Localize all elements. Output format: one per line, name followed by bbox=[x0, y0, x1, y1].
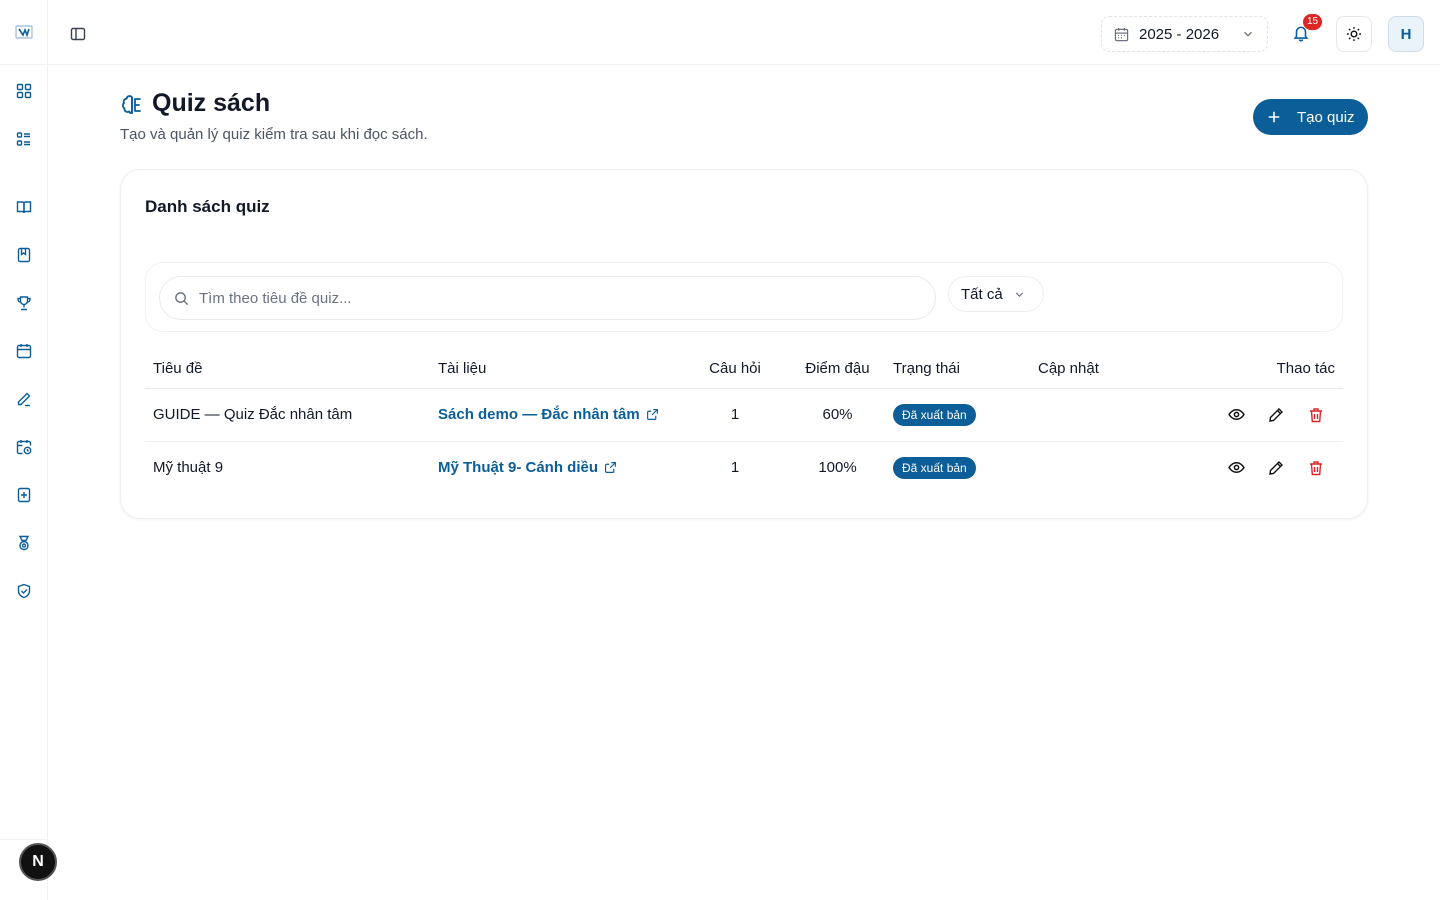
search-input[interactable] bbox=[199, 289, 921, 307]
book-open-icon[interactable] bbox=[14, 197, 34, 217]
calendar-icon bbox=[1114, 27, 1129, 42]
table-row: Mỹ thuật 9 Mỹ Thuật 9- Cánh diều 1 100% … bbox=[145, 441, 1343, 494]
quiz-document-cell: Mỹ Thuật 9- Cánh diều bbox=[430, 441, 680, 494]
create-quiz-label: Tạo quiz bbox=[1297, 108, 1355, 126]
status-badge: Đã xuất bản bbox=[893, 456, 976, 479]
notification-count-badge: 15 bbox=[1303, 14, 1322, 30]
document-link[interactable]: Sách demo — Đắc nhân tâm bbox=[438, 406, 659, 423]
book-plus-icon[interactable] bbox=[14, 485, 34, 505]
school-year-value: 2025 - 2026 bbox=[1139, 25, 1220, 43]
filter-bar: Tất cả bbox=[145, 262, 1343, 332]
page-subtitle: Tạo và quản lý quiz kiểm tra sau khi đọc… bbox=[120, 126, 428, 143]
quiz-list-card: Danh sách quiz Tất cả Tiêu đề Tài liệu C… bbox=[120, 169, 1368, 519]
search-box bbox=[159, 276, 936, 320]
document-link-label: Mỹ Thuật 9- Cánh diều bbox=[438, 459, 599, 477]
quiz-title: Mỹ thuật 9 bbox=[153, 459, 224, 477]
status-filter-value: Tất cả bbox=[961, 285, 1003, 303]
column-header-document[interactable]: Tài liệu bbox=[430, 350, 680, 389]
external-link-icon bbox=[646, 408, 659, 421]
quiz-question-count: 1 bbox=[730, 459, 740, 477]
table-header-row: Tiêu đề Tài liệu Câu hỏi Điểm đậu Trạng … bbox=[145, 350, 1343, 389]
search-icon bbox=[174, 291, 189, 306]
quiz-title: GUIDE — Quiz Đắc nhân tâm bbox=[145, 388, 430, 442]
sidebar-footer-divider bbox=[0, 839, 48, 840]
create-quiz-button[interactable]: Tạo quiz bbox=[1253, 99, 1368, 135]
edit-pencil-icon[interactable] bbox=[1267, 459, 1285, 477]
quiz-updated bbox=[1030, 388, 1180, 442]
delete-trash-icon[interactable] bbox=[1307, 406, 1325, 424]
shield-check-icon[interactable] bbox=[14, 581, 34, 601]
edit-pencil-icon[interactable] bbox=[1267, 406, 1285, 424]
column-header-status[interactable]: Trạng thái bbox=[885, 350, 1030, 389]
topbar: 2025 - 2026 15 H bbox=[48, 0, 1440, 65]
view-eye-icon[interactable] bbox=[1227, 406, 1245, 424]
medal-icon[interactable] bbox=[14, 533, 34, 553]
calendar-icon[interactable] bbox=[14, 341, 34, 361]
document-link[interactable]: Mỹ Thuật 9- Cánh diều bbox=[438, 459, 617, 476]
dashboard-icon[interactable] bbox=[14, 81, 34, 101]
school-year-select[interactable]: 2025 - 2026 bbox=[1101, 16, 1268, 52]
status-filter-select[interactable]: Tất cả bbox=[948, 276, 1044, 312]
quiz-pass-score: 60% bbox=[790, 388, 885, 442]
column-header-questions[interactable]: Câu hỏi bbox=[680, 350, 790, 389]
book-icon[interactable] bbox=[14, 245, 34, 265]
page-title: Quiz sách bbox=[152, 89, 271, 117]
column-header-updated[interactable]: Cập nhật bbox=[1030, 350, 1180, 389]
quiz-document-cell: Sách demo — Đắc nhân tâm bbox=[430, 388, 680, 442]
column-header-pass-score[interactable]: Điểm đậu bbox=[790, 350, 885, 389]
sidebar: N bbox=[0, 0, 57, 900]
quiz-table: Tiêu đề Tài liệu Câu hỏi Điểm đậu Trạng … bbox=[145, 350, 1343, 494]
card-title: Danh sách quiz bbox=[145, 197, 270, 216]
quiz-status-cell: Đã xuất bản bbox=[885, 388, 1030, 442]
quiz-actions-cell bbox=[1180, 388, 1343, 442]
quiz-actions-cell bbox=[1180, 441, 1343, 494]
quiz-updated bbox=[1030, 441, 1180, 494]
trophy-icon[interactable] bbox=[14, 293, 34, 313]
quiz-status-cell: Đã xuất bản bbox=[885, 441, 1030, 494]
quiz-question-count: 1 bbox=[680, 388, 790, 442]
document-link-label: Sách demo — Đắc nhân tâm bbox=[438, 406, 640, 423]
chevron-down-icon bbox=[1241, 27, 1255, 41]
view-eye-icon[interactable] bbox=[1227, 459, 1245, 477]
status-badge: Đã xuất bản bbox=[893, 403, 976, 426]
theme-toggle-button[interactable] bbox=[1336, 16, 1372, 52]
user-avatar[interactable]: H bbox=[1388, 16, 1424, 52]
external-link-icon bbox=[604, 461, 617, 474]
sidebar-divider bbox=[0, 64, 48, 65]
sidebar-toggle-icon[interactable] bbox=[68, 24, 88, 44]
dev-tools-badge[interactable]: N bbox=[19, 843, 57, 881]
quiz-pass-score: 100% bbox=[818, 459, 857, 477]
app-logo[interactable] bbox=[14, 22, 34, 42]
chevron-down-icon bbox=[1013, 288, 1026, 301]
delete-trash-icon[interactable] bbox=[1307, 459, 1325, 477]
brain-icon bbox=[120, 93, 144, 117]
list-icon[interactable] bbox=[14, 129, 34, 149]
column-header-title[interactable]: Tiêu đề bbox=[145, 350, 430, 389]
calendar-clock-icon[interactable] bbox=[14, 437, 34, 457]
column-header-actions: Thao tác bbox=[1180, 350, 1343, 389]
pen-icon[interactable] bbox=[14, 389, 34, 409]
table-row: GUIDE — Quiz Đắc nhân tâm Sách demo — Đắ… bbox=[145, 388, 1343, 442]
sun-icon bbox=[1346, 26, 1362, 42]
plus-icon bbox=[1267, 110, 1281, 124]
